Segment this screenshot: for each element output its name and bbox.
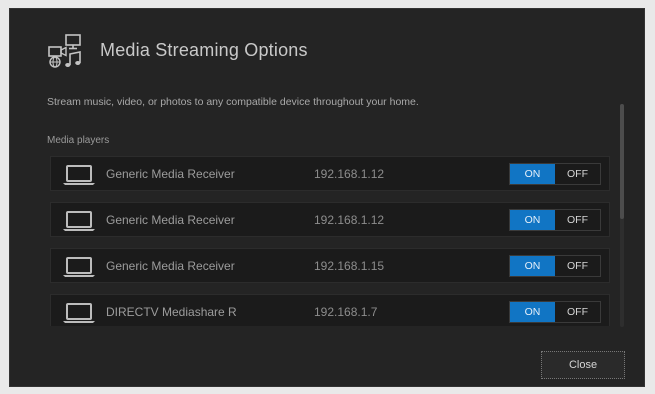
media-player-row: Generic Media Receiver 192.168.1.12 ON O… bbox=[50, 202, 610, 237]
laptop-icon bbox=[63, 257, 95, 277]
media-player-row: Generic Media Receiver 192.168.1.12 ON O… bbox=[50, 156, 610, 191]
toggle-off-option[interactable]: OFF bbox=[555, 256, 600, 276]
toggle-on-option[interactable]: ON bbox=[510, 256, 555, 276]
device-name: DIRECTV Mediashare R bbox=[106, 305, 237, 319]
laptop-icon bbox=[63, 211, 95, 231]
toggle-off-option[interactable]: OFF bbox=[555, 164, 600, 184]
scrollbar-thumb[interactable] bbox=[620, 104, 624, 219]
toggle-on-option[interactable]: ON bbox=[510, 164, 555, 184]
device-ip-address: 192.168.1.12 bbox=[314, 167, 385, 181]
dialog-description: Stream music, video, or photos to any co… bbox=[47, 96, 419, 108]
media-player-row: Generic Media Receiver 192.168.1.15 ON O… bbox=[50, 248, 610, 283]
laptop-icon bbox=[63, 165, 95, 185]
toggle-on-option[interactable]: ON bbox=[510, 210, 555, 230]
laptop-icon bbox=[63, 303, 95, 323]
media-streaming-icon bbox=[48, 34, 81, 68]
toggle-on-option[interactable]: ON bbox=[510, 302, 555, 322]
media-player-list[interactable]: Generic Media Receiver 192.168.1.12 ON O… bbox=[50, 154, 610, 326]
streaming-toggle[interactable]: ON OFF bbox=[509, 163, 601, 185]
streaming-toggle[interactable]: ON OFF bbox=[509, 301, 601, 323]
list-scrollbar[interactable] bbox=[620, 104, 624, 327]
toggle-off-option[interactable]: OFF bbox=[555, 210, 600, 230]
dialog-title: Media Streaming Options bbox=[100, 39, 308, 60]
device-name: Generic Media Receiver bbox=[106, 213, 235, 227]
device-name: Generic Media Receiver bbox=[106, 167, 235, 181]
device-ip-address: 192.168.1.15 bbox=[314, 259, 385, 273]
media-streaming-dialog: Media Streaming Options Stream music, vi… bbox=[9, 8, 645, 387]
dialog-header: Media Streaming Options bbox=[46, 32, 308, 68]
streaming-toggle[interactable]: ON OFF bbox=[509, 209, 601, 231]
device-ip-address: 192.168.1.7 bbox=[314, 305, 378, 319]
device-ip-address: 192.168.1.12 bbox=[314, 213, 385, 227]
media-player-row: DIRECTV Mediashare R 192.168.1.7 ON OFF bbox=[50, 294, 610, 326]
toggle-off-option[interactable]: OFF bbox=[555, 302, 600, 322]
close-button[interactable]: Close bbox=[541, 351, 625, 379]
media-players-label: Media players bbox=[47, 135, 110, 146]
device-name: Generic Media Receiver bbox=[106, 259, 235, 273]
streaming-toggle[interactable]: ON OFF bbox=[509, 255, 601, 277]
